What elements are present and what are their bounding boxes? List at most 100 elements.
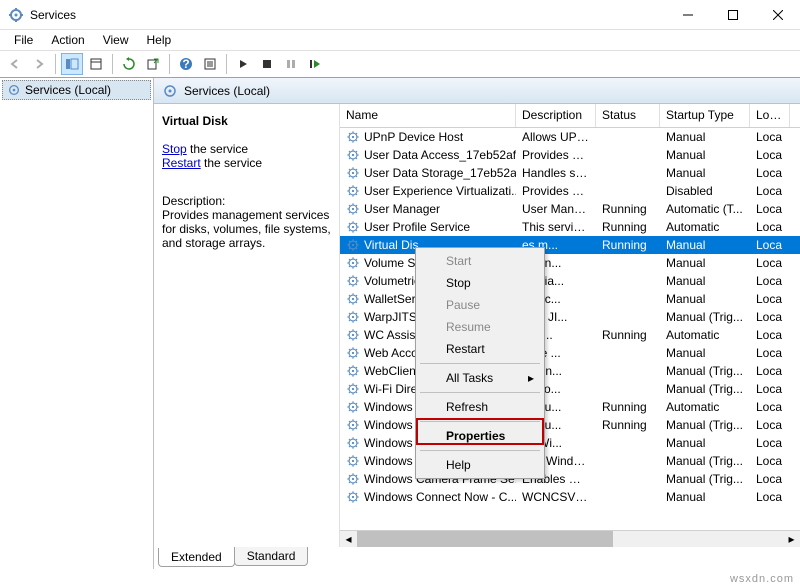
service-row[interactable]: Windows Camera Frame Se...Enables mul...… — [340, 470, 800, 488]
gear-icon — [346, 148, 360, 162]
service-startup: Manual — [660, 292, 750, 306]
service-row[interactable]: User Data Access_17eb52afProvides ap...M… — [340, 146, 800, 164]
ctx-properties[interactable]: Properties — [418, 425, 542, 447]
service-row[interactable]: WalletServobjec...ManualLoca — [340, 290, 800, 308]
service-row[interactable]: Windowses au...RunningManual (Trig...Loc… — [340, 416, 800, 434]
service-row[interactable]: Windowses au...RunningAutomaticLoca — [340, 398, 800, 416]
pane-header-title: Services (Local) — [184, 84, 270, 98]
col-description[interactable]: Description — [516, 104, 596, 127]
service-row[interactable]: Windows Connect Now - C...WCNCSVC ... Man… — [340, 488, 800, 506]
col-name[interactable]: Name — [340, 104, 516, 127]
refresh-button[interactable] — [118, 53, 140, 75]
service-row[interactable]: User Data Storage_17eb52afHandles sto...… — [340, 164, 800, 182]
service-logon: Loca — [750, 202, 790, 216]
service-row[interactable]: Wi-Fi Direes co...Manual (Trig...Loca — [340, 380, 800, 398]
service-logon: Loca — [750, 490, 790, 504]
service-row[interactable]: WebClients Win...Manual (Trig...Loca — [340, 362, 800, 380]
col-startup[interactable]: Startup Type — [660, 104, 750, 127]
scroll-right-arrow[interactable]: ▸ — [783, 531, 800, 547]
restart-service-link[interactable]: Restart — [162, 156, 201, 170]
service-desc: User Manag... — [516, 202, 596, 216]
service-list: Name Description Status Startup Type Log… — [340, 104, 800, 547]
service-startup: Manual — [660, 490, 750, 504]
menu-action[interactable]: Action — [43, 31, 92, 49]
scroll-left-arrow[interactable]: ◂ — [340, 531, 357, 547]
tree-root-services-local[interactable]: Services (Local) — [2, 80, 151, 100]
pane-header: Services (Local) — [154, 78, 800, 104]
service-name: WebClient — [364, 364, 419, 378]
stop-service-link[interactable]: Stop — [162, 142, 187, 156]
export-list-button[interactable] — [85, 53, 107, 75]
service-row[interactable]: WarpJITSves a JI...Manual (Trig...Loca — [340, 308, 800, 326]
service-name: Windows Connect Now - C... — [364, 490, 516, 504]
stop-service-button[interactable] — [256, 53, 278, 75]
service-row[interactable]: WC Assistare ...RunningAutomaticLoca — [340, 326, 800, 344]
export-button[interactable] — [142, 53, 164, 75]
menu-help[interactable]: Help — [139, 31, 180, 49]
service-row[interactable]: Web Accorvice ...ManualLoca — [340, 344, 800, 362]
service-row[interactable]: Windows Biometric ServiceThe Windo...Man… — [340, 452, 800, 470]
service-logon: Loca — [750, 184, 790, 198]
ctx-stop[interactable]: Stop — [418, 272, 542, 294]
service-row[interactable]: UPnP Device HostAllows UPn...ManualLoca — [340, 128, 800, 146]
service-startup: Manual — [660, 274, 750, 288]
gear-icon — [346, 328, 360, 342]
menu-bar: File Action View Help — [0, 30, 800, 50]
start-service-button[interactable] — [232, 53, 254, 75]
service-startup: Automatic — [660, 400, 750, 414]
service-desc: WCNCSVC ... — [516, 490, 596, 504]
service-status: Running — [596, 220, 660, 234]
service-row[interactable]: User Experience Virtualizati...Provides … — [340, 182, 800, 200]
gear-icon — [346, 256, 360, 270]
restart-service-button[interactable] — [304, 53, 326, 75]
service-logon: Loca — [750, 382, 790, 396]
help-button[interactable]: ? — [175, 53, 197, 75]
description-label: Description: — [162, 194, 331, 208]
service-row[interactable]: User Profile ServiceThis service ...Runn… — [340, 218, 800, 236]
gear-icon — [346, 202, 360, 216]
ctx-help[interactable]: Help — [418, 454, 542, 476]
service-row[interactable]: Volume Shes an...ManualLoca — [340, 254, 800, 272]
col-logon[interactable]: Log On As — [750, 104, 790, 127]
service-startup: Manual — [660, 346, 750, 360]
back-button[interactable] — [4, 53, 26, 75]
description-panel: Virtual Disk Stop the service Restart th… — [154, 104, 340, 547]
service-name: Virtual Dis — [364, 238, 418, 252]
service-name: Web Acco — [364, 346, 418, 360]
service-logon: Loca — [750, 418, 790, 432]
service-row[interactable]: User ManagerUser Manag...RunningAutomati… — [340, 200, 800, 218]
maximize-button[interactable] — [710, 0, 755, 30]
show-hide-tree-button[interactable] — [61, 53, 83, 75]
gear-icon — [346, 490, 360, 504]
service-row[interactable]: Virtual Dises m...RunningManualLoca — [340, 236, 800, 254]
ctx-refresh[interactable]: Refresh — [418, 396, 542, 418]
ctx-restart[interactable]: Restart — [418, 338, 542, 360]
forward-button[interactable] — [28, 53, 50, 75]
minimize-button[interactable] — [665, 0, 710, 30]
service-logon: Loca — [750, 436, 790, 450]
service-name: User Data Storage_17eb52af — [364, 166, 516, 180]
col-status[interactable]: Status — [596, 104, 660, 127]
gear-icon — [346, 292, 360, 306]
service-logon: Loca — [750, 346, 790, 360]
scroll-thumb[interactable] — [357, 531, 613, 547]
service-startup: Automatic (T... — [660, 202, 750, 216]
service-status: Running — [596, 202, 660, 216]
horizontal-scrollbar[interactable]: ◂ ▸ — [340, 530, 800, 547]
gear-icon — [346, 184, 360, 198]
service-row[interactable]: Volumetricspatia...ManualLoca — [340, 272, 800, 290]
menu-view[interactable]: View — [95, 31, 137, 49]
menu-file[interactable]: File — [6, 31, 41, 49]
service-desc: This service ... — [516, 220, 596, 234]
tree-root-label: Services (Local) — [25, 83, 111, 97]
pause-service-button[interactable] — [280, 53, 302, 75]
tab-standard[interactable]: Standard — [234, 547, 309, 566]
service-row[interactable]: Windowses Wi...ManualLoca — [340, 434, 800, 452]
service-name: User Experience Virtualizati... — [364, 184, 516, 198]
ctx-all-tasks[interactable]: All Tasks▸ — [418, 367, 542, 389]
service-startup: Manual — [660, 166, 750, 180]
properties-button[interactable] — [199, 53, 221, 75]
close-button[interactable] — [755, 0, 800, 30]
service-logon: Loca — [750, 148, 790, 162]
tab-extended[interactable]: Extended — [158, 548, 235, 567]
